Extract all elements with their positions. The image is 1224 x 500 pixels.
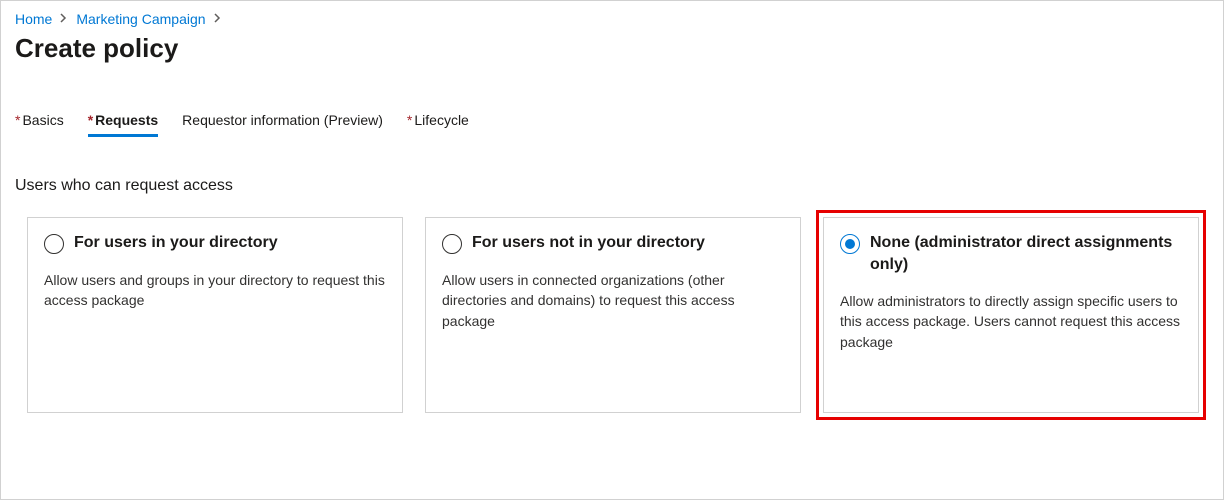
option-description: Allow users and groups in your directory…	[44, 270, 386, 311]
option-title: None (administrator direct assignments o…	[870, 232, 1182, 275]
required-asterisk: *	[15, 112, 20, 128]
option-users-in-directory[interactable]: For users in your directory Allow users …	[27, 217, 403, 413]
option-users-not-in-directory[interactable]: For users not in your directory Allow us…	[425, 217, 801, 413]
breadcrumb-campaign[interactable]: Marketing Campaign	[76, 11, 205, 27]
option-description: Allow administrators to directly assign …	[840, 291, 1182, 352]
tab-requests[interactable]: *Requests	[88, 112, 158, 137]
tab-lifecycle[interactable]: *Lifecycle	[407, 112, 469, 137]
radio-icon-selected	[840, 234, 860, 254]
chevron-right-icon	[60, 12, 68, 26]
breadcrumb-home[interactable]: Home	[15, 11, 52, 27]
section-heading: Users who can request access	[15, 177, 1209, 195]
chevron-right-icon	[214, 12, 222, 26]
option-cards: For users in your directory Allow users …	[15, 217, 1209, 413]
tab-basics[interactable]: *Basics	[15, 112, 64, 137]
option-title: For users not in your directory	[472, 232, 705, 254]
radio-icon	[442, 234, 462, 254]
option-none-admin-only[interactable]: None (administrator direct assignments o…	[823, 217, 1199, 413]
radio-icon	[44, 234, 64, 254]
tabs: *Basics *Requests Requestor information …	[15, 112, 1209, 137]
breadcrumb: Home Marketing Campaign	[15, 11, 1209, 27]
required-asterisk: *	[88, 112, 93, 128]
required-asterisk: *	[407, 112, 412, 128]
option-title: For users in your directory	[74, 232, 278, 254]
tab-requestor-info[interactable]: Requestor information (Preview)	[182, 112, 383, 137]
page-title: Create policy	[15, 33, 1209, 64]
option-description: Allow users in connected organizations (…	[442, 270, 784, 331]
